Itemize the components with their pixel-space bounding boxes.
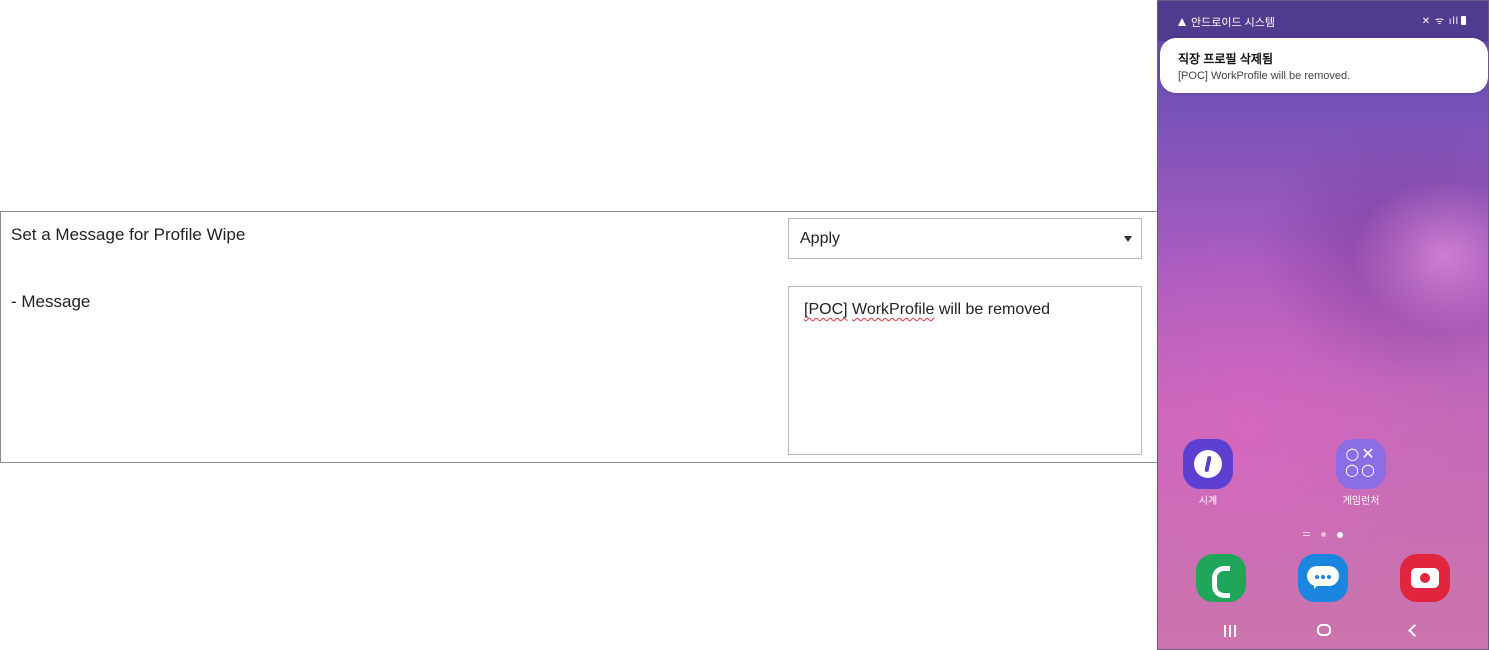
camera-icon[interactable] [1400, 554, 1450, 602]
message-text-workprofile: WorkProfile [852, 301, 935, 318]
profile-wipe-select[interactable]: Apply [788, 218, 1142, 259]
app-game-launcher[interactable]: ○✕ ○○ 게임런처 [1336, 439, 1386, 507]
messages-icon[interactable] [1298, 554, 1348, 602]
warning-icon [1178, 18, 1186, 26]
profile-wipe-label: Set a Message for Profile Wipe [11, 225, 246, 244]
app-label-game-launcher: 게임런처 [1342, 496, 1380, 507]
clock-icon [1183, 439, 1233, 489]
app-label-clock: 시계 [1198, 496, 1218, 507]
navigation-bar [1158, 616, 1488, 646]
message-textarea[interactable]: [POC] WorkProfile will be removed [788, 286, 1142, 455]
page-dot [1321, 532, 1326, 537]
status-bar: 안드로이드 시스템 ✕ ᯤ ıll [1158, 1, 1488, 41]
message-text-tag: [POC] [804, 301, 848, 318]
status-source: 안드로이드 시스템 [1178, 14, 1275, 30]
app-clock[interactable]: 시계 [1183, 439, 1233, 507]
page-dot-current [1337, 532, 1343, 538]
message-text-rest: will be removed [934, 301, 1051, 318]
game-launcher-icon: ○✕ ○○ [1336, 439, 1386, 489]
profile-wipe-settings-panel: Set a Message for Profile Wipe Apply - M… [0, 211, 1158, 463]
notification-body: [POC] WorkProfile will be removed. [1178, 70, 1351, 82]
message-text: [POC] WorkProfile will be removed [804, 301, 1050, 319]
status-source-text: 안드로이드 시스템 [1191, 17, 1276, 29]
status-icons-text: ✕ ᯤ ıll [1421, 16, 1459, 27]
notification-title: 직장 프로필 삭제됨 [1178, 52, 1273, 66]
message-label: - Message [11, 292, 91, 311]
home-icon[interactable] [1317, 624, 1331, 636]
status-icons: ✕ ᯤ ıll [1422, 13, 1466, 27]
page-indicator [1301, 531, 1351, 539]
home-page-indicator-icon [1303, 532, 1310, 536]
notification-card[interactable]: 직장 프로필 삭제됨 [POC] WorkProfile will be rem… [1160, 38, 1488, 93]
phone-screen: 안드로이드 시스템 ✕ ᯤ ıll 직장 프로필 삭제됨 [POC] WorkP… [1157, 0, 1489, 650]
profile-wipe-select-value: Apply [800, 230, 841, 247]
battery-icon [1461, 16, 1466, 25]
chevron-down-icon [1124, 236, 1132, 242]
back-icon[interactable] [1408, 624, 1421, 637]
phone-icon[interactable] [1196, 554, 1246, 602]
recents-icon[interactable] [1224, 625, 1238, 637]
